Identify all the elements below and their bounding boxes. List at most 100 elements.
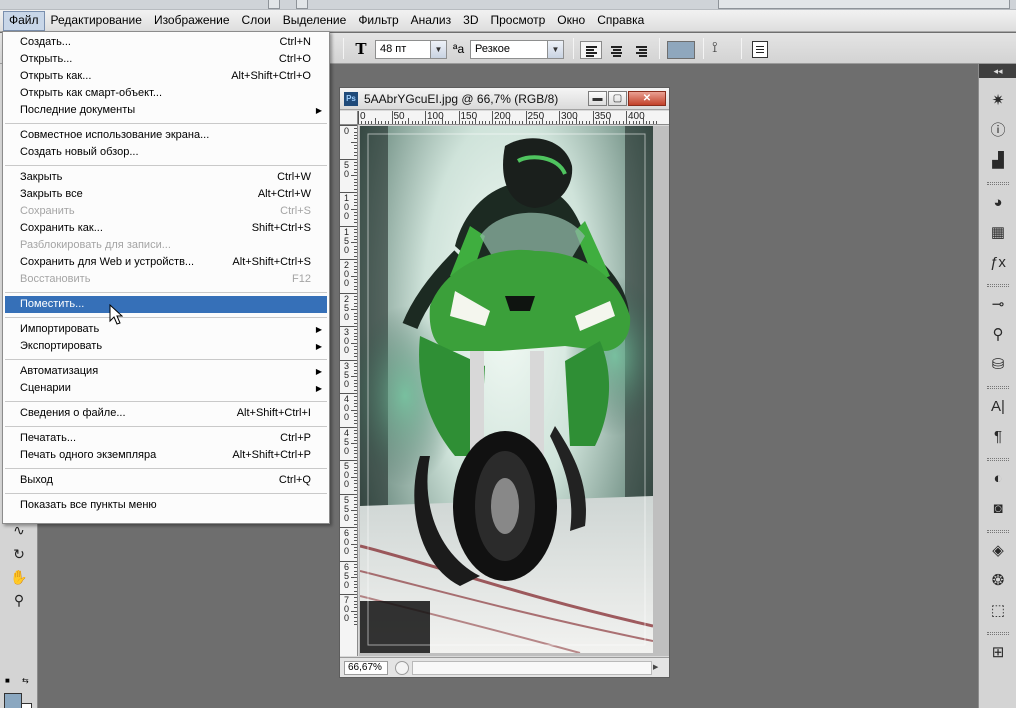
chevron-down-icon[interactable]: ▼	[547, 41, 563, 58]
menu-9[interactable]: Окно	[551, 11, 591, 31]
masks-icon[interactable]: ◙	[987, 498, 1009, 520]
minimize-button[interactable]: ▬	[588, 91, 607, 106]
warp-text-icon[interactable]: ⟟	[712, 39, 718, 56]
styles-fx-icon[interactable]: ƒx	[987, 252, 1009, 274]
file-menu-item[interactable]: Сведения о файле... Alt+Shift+Ctrl+I	[3, 405, 329, 422]
horizontal-ruler[interactable]: 0 50 100 150 200 250 300 350 400	[358, 111, 669, 125]
clone-source-icon[interactable]: ⚲	[987, 324, 1009, 346]
file-menu-item[interactable]: Сохранить как... Shift+Ctrl+S	[3, 220, 329, 237]
panel-group-grip[interactable]	[987, 632, 1009, 635]
ruler-v-label: 5 0	[343, 159, 349, 179]
panel-group-grip[interactable]	[987, 386, 1009, 389]
actions-icon[interactable]: ⊞	[987, 642, 1009, 664]
tool-presets-icon[interactable]: ⛁	[987, 354, 1009, 376]
ruler-tick	[354, 131, 357, 133]
file-menu-item[interactable]: Показать все пункты меню	[3, 497, 329, 514]
panel-group-grip[interactable]	[987, 530, 1009, 533]
ruler-tick	[354, 145, 357, 147]
status-menu-icon[interactable]	[395, 661, 409, 675]
align-right-button[interactable]	[630, 41, 652, 59]
collapse-panels-icon[interactable]: ◂◂	[979, 64, 1016, 78]
file-menu-item[interactable]: Экспортировать ▶	[3, 338, 329, 355]
zoom-tool-icon[interactable]: ⚲	[8, 590, 30, 610]
histogram-icon[interactable]: ▟	[987, 150, 1009, 172]
canvas-area[interactable]: ▲ ▼	[359, 126, 669, 656]
file-menu-item[interactable]: Открыть как смарт-объект...	[3, 85, 329, 102]
menu-8[interactable]: Просмотр	[484, 11, 551, 31]
file-menu-item[interactable]: Печатать... Ctrl+P	[3, 430, 329, 447]
panel-group-grip[interactable]	[987, 284, 1009, 287]
swatches-icon[interactable]: ▦	[987, 222, 1009, 244]
paragraph-icon[interactable]: ¶	[987, 426, 1009, 448]
menu-1[interactable]: Редактирование	[45, 11, 148, 31]
scroll-right-icon[interactable]: ▶	[653, 661, 665, 675]
ruler-tick	[354, 279, 357, 281]
foreground-color-swatch[interactable]	[4, 693, 22, 708]
menu-4[interactable]: Выделение	[277, 11, 353, 31]
menu-7[interactable]: 3D	[457, 11, 484, 31]
file-menu-item[interactable]: Закрыть все Alt+Ctrl+W	[3, 186, 329, 203]
info-icon[interactable]: ⓘ	[987, 120, 1009, 142]
adjustments-icon[interactable]: ◐	[987, 468, 1009, 490]
hand-tool-icon[interactable]: ✋	[8, 567, 30, 587]
menu-3[interactable]: Слои	[236, 11, 277, 31]
align-center-button[interactable]	[605, 41, 627, 59]
font-size-select[interactable]: 48 пт ▼	[375, 40, 447, 59]
file-menu-item[interactable]: Создать новый обзор...	[3, 144, 329, 161]
file-menu-item[interactable]: Последние документы ▶	[3, 102, 329, 119]
swap-colors-icon[interactable]: ⇆	[22, 676, 29, 685]
chevron-down-icon[interactable]: ▼	[430, 41, 446, 58]
file-menu-item[interactable]: Импортировать ▶	[3, 321, 329, 338]
file-menu-item[interactable]: Совместное использование экрана...	[3, 127, 329, 144]
file-menu-item[interactable]: Открыть как... Alt+Shift+Ctrl+O	[3, 68, 329, 85]
file-menu-item[interactable]: Создать... Ctrl+N	[3, 34, 329, 51]
default-colors-icon[interactable]: ■	[5, 676, 10, 685]
character-panel-toggle-icon[interactable]	[752, 41, 768, 58]
channels-icon[interactable]: ❂	[987, 570, 1009, 592]
arrange-documents-button[interactable]	[268, 0, 280, 9]
file-menu-item[interactable]: Сохранить для Web и устройств... Alt+Shif…	[3, 254, 329, 271]
brushes-icon[interactable]: ⊸	[987, 294, 1009, 316]
ruler-tick	[351, 275, 357, 277]
color-palette-icon[interactable]: ◕	[987, 192, 1009, 214]
ruler-tick	[354, 148, 357, 150]
text-color-swatch[interactable]	[667, 41, 695, 59]
character-icon[interactable]: A|	[987, 396, 1009, 418]
file-menu-item[interactable]: Выход Ctrl+Q	[3, 472, 329, 489]
panel-group-grip[interactable]	[987, 458, 1009, 461]
workspace-switcher[interactable]	[718, 0, 1010, 9]
file-menu-item[interactable]: Поместить...	[5, 296, 327, 313]
close-button[interactable]: ✕	[628, 91, 666, 106]
menu-2[interactable]: Изображение	[148, 11, 236, 31]
zoom-level-field[interactable]: 66,67%	[344, 661, 388, 675]
file-menu-item[interactable]: Закрыть Ctrl+W	[3, 169, 329, 186]
maximize-button[interactable]: ▢	[608, 91, 627, 106]
ruler-tick	[384, 121, 386, 124]
antialias-select[interactable]: Резкое ▼	[470, 40, 564, 59]
menu-0[interactable]: Файл	[3, 10, 45, 31]
align-left-button[interactable]	[580, 41, 602, 59]
vertical-ruler[interactable]: 0 5 0 1 0 0 1 5 0 2 0 0 2 5 0 3 0 0 3 5 0 4 0 0 4…	[340, 125, 358, 656]
document-title-bar[interactable]: Ps 5AAbrYGcuEI.jpg @ 66,7% (RGB/8) ▬ ▢ ✕	[340, 88, 669, 110]
file-menu-item[interactable]: Печать одного экземпляра Alt+Shift+Ctrl+P	[3, 447, 329, 464]
ruler-tick	[354, 413, 357, 415]
navigator-icon[interactable]: ✷	[987, 90, 1009, 112]
document-horizontal-scrollbar[interactable]	[412, 661, 652, 675]
file-menu-item[interactable]: Автоматизация ▶	[3, 363, 329, 380]
menu-10[interactable]: Справка	[591, 11, 650, 31]
rotate-view-icon[interactable]: ↻	[8, 544, 30, 564]
panel-group-grip[interactable]	[987, 182, 1009, 185]
paths-icon[interactable]: ⬚	[987, 600, 1009, 622]
ruler-origin[interactable]	[340, 111, 358, 125]
file-menu-item-label: Открыть как...	[20, 70, 92, 82]
menu-5[interactable]: Фильтр	[352, 11, 404, 31]
menu-6[interactable]: Анализ	[405, 11, 458, 31]
text-orientation-icon[interactable]: T	[352, 40, 370, 58]
file-menu-item[interactable]: Открыть... Ctrl+O	[3, 51, 329, 68]
file-menu-item-label: Поместить...	[20, 298, 85, 310]
file-menu-item[interactable]: Сценарии ▶	[3, 380, 329, 397]
menu-separator	[5, 426, 327, 427]
layers-icon[interactable]: ◈	[987, 540, 1009, 562]
ruler-tick	[354, 195, 357, 197]
screen-mode-button[interactable]	[296, 0, 308, 9]
